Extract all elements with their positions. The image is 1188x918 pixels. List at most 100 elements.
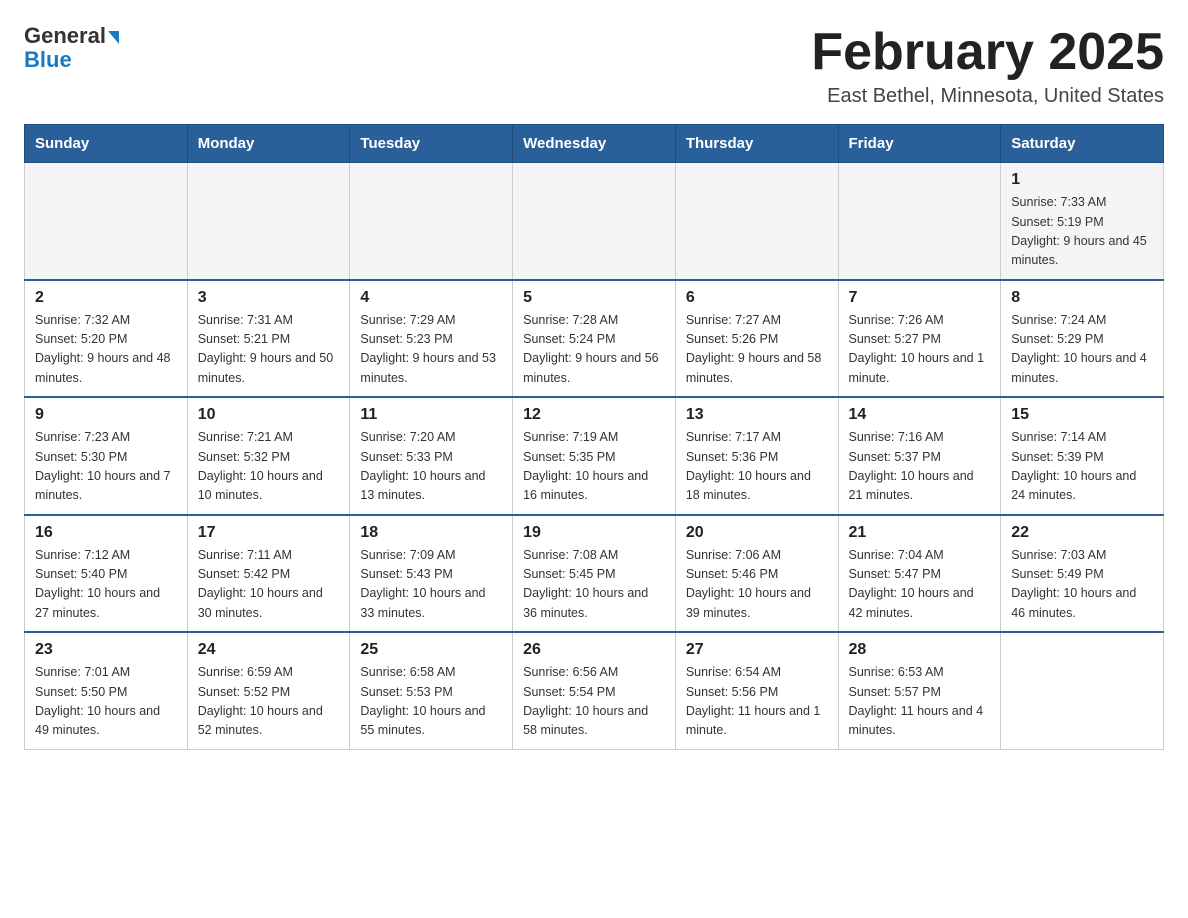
day-info: Sunrise: 7:20 AM Sunset: 5:33 PM Dayligh… xyxy=(360,428,502,506)
table-row: 28 Sunrise: 6:53 AM Sunset: 5:57 PM Dayli… xyxy=(838,632,1001,749)
calendar-week-row: 1 Sunrise: 7:33 AM Sunset: 5:19 PM Daylig… xyxy=(25,163,1164,280)
calendar-week-row: 2 Sunrise: 7:32 AM Sunset: 5:20 PM Daylig… xyxy=(25,280,1164,398)
page-header: General Blue February 2025 East Bethel, … xyxy=(24,24,1164,108)
table-row: 17 Sunrise: 7:11 AM Sunset: 5:42 PM Dayli… xyxy=(187,515,350,633)
day-number: 17 xyxy=(198,524,340,542)
table-row xyxy=(25,163,188,280)
table-row xyxy=(187,163,350,280)
day-number: 12 xyxy=(523,406,665,424)
table-row: 1 Sunrise: 7:33 AM Sunset: 5:19 PM Daylig… xyxy=(1001,163,1164,280)
calendar-week-row: 23 Sunrise: 7:01 AM Sunset: 5:50 PM Dayli… xyxy=(25,632,1164,749)
logo-triangle-icon xyxy=(108,31,119,44)
table-row: 9 Sunrise: 7:23 AM Sunset: 5:30 PM Daylig… xyxy=(25,397,188,515)
page-subtitle: East Bethel, Minnesota, United States xyxy=(811,85,1164,108)
table-row: 25 Sunrise: 6:58 AM Sunset: 5:53 PM Dayli… xyxy=(350,632,513,749)
day-info: Sunrise: 7:29 AM Sunset: 5:23 PM Dayligh… xyxy=(360,311,502,389)
table-row: 27 Sunrise: 6:54 AM Sunset: 5:56 PM Dayli… xyxy=(675,632,838,749)
day-number: 7 xyxy=(849,289,991,307)
table-row: 3 Sunrise: 7:31 AM Sunset: 5:21 PM Daylig… xyxy=(187,280,350,398)
calendar-header-row: Sunday Monday Tuesday Wednesday Thursday… xyxy=(25,125,1164,163)
table-row xyxy=(350,163,513,280)
day-number: 9 xyxy=(35,406,177,424)
day-number: 3 xyxy=(198,289,340,307)
calendar-table: Sunday Monday Tuesday Wednesday Thursday… xyxy=(24,124,1164,750)
table-row xyxy=(838,163,1001,280)
table-row: 8Sunrise: 7:24 AM Sunset: 5:29 PM Daylig… xyxy=(1001,280,1164,398)
day-info: Sunrise: 7:16 AM Sunset: 5:37 PM Dayligh… xyxy=(849,428,991,506)
col-wednesday: Wednesday xyxy=(513,125,676,163)
col-tuesday: Tuesday xyxy=(350,125,513,163)
table-row: 13 Sunrise: 7:17 AM Sunset: 5:36 PM Dayli… xyxy=(675,397,838,515)
day-info: Sunrise: 7:19 AM Sunset: 5:35 PM Dayligh… xyxy=(523,428,665,506)
day-info: Sunrise: 7:32 AM Sunset: 5:20 PM Dayligh… xyxy=(35,311,177,389)
table-row: 4Sunrise: 7:29 AM Sunset: 5:23 PM Daylig… xyxy=(350,280,513,398)
day-info: Sunrise: 7:11 AM Sunset: 5:42 PM Dayligh… xyxy=(198,546,340,624)
table-row: 22Sunrise: 7:03 AM Sunset: 5:49 PM Dayli… xyxy=(1001,515,1164,633)
table-row: 20 Sunrise: 7:06 AM Sunset: 5:46 PM Dayli… xyxy=(675,515,838,633)
day-number: 13 xyxy=(686,406,828,424)
day-number: 2 xyxy=(35,289,177,307)
day-number: 11 xyxy=(360,406,502,424)
table-row xyxy=(675,163,838,280)
table-row: 5Sunrise: 7:28 AM Sunset: 5:24 PM Daylig… xyxy=(513,280,676,398)
day-number: 21 xyxy=(849,524,991,542)
day-number: 20 xyxy=(686,524,828,542)
day-info: Sunrise: 6:59 AM Sunset: 5:52 PM Dayligh… xyxy=(198,663,340,741)
calendar-week-row: 16Sunrise: 7:12 AM Sunset: 5:40 PM Dayli… xyxy=(25,515,1164,633)
day-number: 28 xyxy=(849,641,991,659)
table-row: 26Sunrise: 6:56 AM Sunset: 5:54 PM Dayli… xyxy=(513,632,676,749)
day-number: 6 xyxy=(686,289,828,307)
day-number: 25 xyxy=(360,641,502,659)
day-info: Sunrise: 7:23 AM Sunset: 5:30 PM Dayligh… xyxy=(35,428,177,506)
day-info: Sunrise: 7:06 AM Sunset: 5:46 PM Dayligh… xyxy=(686,546,828,624)
day-info: Sunrise: 7:24 AM Sunset: 5:29 PM Dayligh… xyxy=(1011,311,1153,389)
table-row: 2 Sunrise: 7:32 AM Sunset: 5:20 PM Daylig… xyxy=(25,280,188,398)
day-info: Sunrise: 7:08 AM Sunset: 5:45 PM Dayligh… xyxy=(523,546,665,624)
day-info: Sunrise: 7:26 AM Sunset: 5:27 PM Dayligh… xyxy=(849,311,991,389)
day-info: Sunrise: 6:53 AM Sunset: 5:57 PM Dayligh… xyxy=(849,663,991,741)
day-number: 23 xyxy=(35,641,177,659)
day-number: 14 xyxy=(849,406,991,424)
table-row: 21 Sunrise: 7:04 AM Sunset: 5:47 PM Dayli… xyxy=(838,515,1001,633)
day-number: 19 xyxy=(523,524,665,542)
day-info: Sunrise: 7:01 AM Sunset: 5:50 PM Dayligh… xyxy=(35,663,177,741)
day-info: Sunrise: 7:33 AM Sunset: 5:19 PM Dayligh… xyxy=(1011,193,1153,271)
calendar-week-row: 9 Sunrise: 7:23 AM Sunset: 5:30 PM Daylig… xyxy=(25,397,1164,515)
day-number: 27 xyxy=(686,641,828,659)
day-number: 18 xyxy=(360,524,502,542)
col-saturday: Saturday xyxy=(1001,125,1164,163)
table-row: 10 Sunrise: 7:21 AM Sunset: 5:32 PM Dayli… xyxy=(187,397,350,515)
table-row: 18Sunrise: 7:09 AM Sunset: 5:43 PM Dayli… xyxy=(350,515,513,633)
day-info: Sunrise: 6:56 AM Sunset: 5:54 PM Dayligh… xyxy=(523,663,665,741)
table-row: 12 Sunrise: 7:19 AM Sunset: 5:35 PM Dayli… xyxy=(513,397,676,515)
table-row: 24 Sunrise: 6:59 AM Sunset: 5:52 PM Dayli… xyxy=(187,632,350,749)
day-info: Sunrise: 7:17 AM Sunset: 5:36 PM Dayligh… xyxy=(686,428,828,506)
table-row: 16Sunrise: 7:12 AM Sunset: 5:40 PM Dayli… xyxy=(25,515,188,633)
logo-blue-text: Blue xyxy=(24,48,72,72)
table-row xyxy=(513,163,676,280)
day-info: Sunrise: 7:31 AM Sunset: 5:21 PM Dayligh… xyxy=(198,311,340,389)
day-number: 1 xyxy=(1011,171,1153,189)
day-info: Sunrise: 7:04 AM Sunset: 5:47 PM Dayligh… xyxy=(849,546,991,624)
day-number: 24 xyxy=(198,641,340,659)
table-row: 6Sunrise: 7:27 AM Sunset: 5:26 PM Daylig… xyxy=(675,280,838,398)
title-section: February 2025 East Bethel, Minnesota, Un… xyxy=(811,24,1164,108)
day-number: 15 xyxy=(1011,406,1153,424)
logo: General Blue xyxy=(24,24,119,72)
day-number: 22 xyxy=(1011,524,1153,542)
day-number: 10 xyxy=(198,406,340,424)
table-row: 7 Sunrise: 7:26 AM Sunset: 5:27 PM Daylig… xyxy=(838,280,1001,398)
day-info: Sunrise: 7:14 AM Sunset: 5:39 PM Dayligh… xyxy=(1011,428,1153,506)
day-info: Sunrise: 6:58 AM Sunset: 5:53 PM Dayligh… xyxy=(360,663,502,741)
col-friday: Friday xyxy=(838,125,1001,163)
page-title: February 2025 xyxy=(811,24,1164,81)
table-row: 14 Sunrise: 7:16 AM Sunset: 5:37 PM Dayli… xyxy=(838,397,1001,515)
table-row xyxy=(1001,632,1164,749)
table-row: 11 Sunrise: 7:20 AM Sunset: 5:33 PM Dayli… xyxy=(350,397,513,515)
day-info: Sunrise: 6:54 AM Sunset: 5:56 PM Dayligh… xyxy=(686,663,828,741)
day-info: Sunrise: 7:21 AM Sunset: 5:32 PM Dayligh… xyxy=(198,428,340,506)
col-thursday: Thursday xyxy=(675,125,838,163)
day-number: 5 xyxy=(523,289,665,307)
logo-text: General xyxy=(24,24,119,48)
day-number: 16 xyxy=(35,524,177,542)
